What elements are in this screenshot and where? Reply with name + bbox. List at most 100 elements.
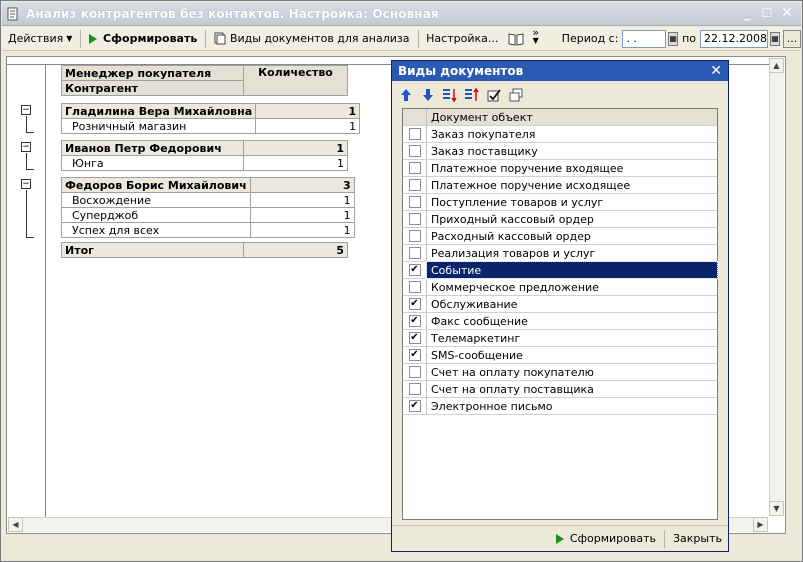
- counterparty-count: 1: [249, 222, 355, 238]
- list-item[interactable]: ✔ Электронное письмо: [403, 398, 717, 415]
- scroll-down-icon[interactable]: ▼: [769, 501, 784, 516]
- tree-line: [26, 190, 27, 237]
- list-item[interactable]: Расходный кассовый ордер: [403, 228, 717, 245]
- scroll-up-icon[interactable]: ▲: [769, 58, 784, 73]
- table-row[interactable]: Розничный магазин 1: [60, 118, 361, 134]
- list-item[interactable]: Счет на оплату поставщика: [403, 381, 717, 398]
- row-label: Электронное письмо: [431, 399, 553, 413]
- toolbar-separator: [205, 29, 206, 48]
- list-item[interactable]: Реализация товаров и услуг: [403, 245, 717, 262]
- move-down-button[interactable]: [418, 86, 438, 104]
- row-checkbox[interactable]: [408, 247, 421, 259]
- row-checkbox[interactable]: ✔: [408, 298, 421, 310]
- uncheck-all-button[interactable]: [506, 86, 526, 104]
- actions-menu-button[interactable]: Действия ▼: [2, 29, 78, 49]
- row-checkbox[interactable]: [408, 179, 421, 191]
- list-item[interactable]: Приходный кассовый ордер: [403, 211, 717, 228]
- dialog-toolbar: [396, 85, 528, 105]
- table-row[interactable]: Федоров Борис Михайлович 3: [61, 177, 355, 193]
- checkbox-cell: [403, 211, 427, 227]
- calendar-icon[interactable]: ▦: [770, 31, 780, 46]
- counterparty-name: Суперджоб: [61, 207, 251, 223]
- book-icon: [508, 32, 524, 46]
- close-icon[interactable]: ✕: [779, 6, 795, 22]
- check-all-button[interactable]: [484, 86, 504, 104]
- arrow-down-icon: [423, 89, 433, 101]
- period-to-field[interactable]: 22.12.2008: [700, 29, 769, 48]
- counterparty-count: 1: [249, 207, 355, 223]
- book-button[interactable]: [504, 29, 528, 49]
- list-item[interactable]: ✔ Событие: [403, 261, 718, 279]
- play-icon: [555, 533, 564, 544]
- row-checkbox[interactable]: [408, 366, 421, 378]
- row-label: Расходный кассовый ордер: [431, 229, 591, 243]
- group-count: 1: [255, 103, 361, 119]
- row-label: Заказ поставщику: [431, 144, 538, 158]
- calendar-icon[interactable]: ▦: [668, 31, 679, 46]
- row-checkbox[interactable]: [408, 230, 421, 242]
- generate-button[interactable]: Сформировать: [83, 29, 203, 49]
- list-item[interactable]: Счет на оплату покупателю: [403, 364, 717, 381]
- row-checkbox[interactable]: [408, 145, 421, 157]
- list-item[interactable]: Платежное поручение входящее: [403, 160, 717, 177]
- sort-desc-button[interactable]: [462, 86, 482, 104]
- list-item[interactable]: Заказ покупателя: [403, 126, 717, 143]
- row-checkbox[interactable]: [408, 281, 421, 293]
- row-checkbox[interactable]: [408, 213, 421, 225]
- dialog-generate-button[interactable]: Сформировать: [550, 529, 662, 549]
- row-checkbox[interactable]: ✔: [408, 400, 421, 412]
- group-table: Иванов Петр Федорович 1 Юнга 1: [61, 140, 348, 171]
- list-item[interactable]: Поступление товаров и услуг: [403, 194, 717, 211]
- row-checkbox[interactable]: [408, 128, 421, 140]
- vertical-scrollbar[interactable]: ▲ ▼: [769, 58, 784, 516]
- minimize-icon[interactable]: _: [739, 6, 755, 22]
- row-label: Приходный кассовый ордер: [431, 212, 594, 226]
- row-checkbox[interactable]: [408, 196, 421, 208]
- list-item[interactable]: ✔ Факс сообщение: [403, 313, 717, 330]
- row-checkbox[interactable]: [408, 162, 421, 174]
- more-button[interactable]: » ▼: [528, 27, 543, 49]
- group-manager: Федоров Борис Михайлович: [61, 177, 251, 193]
- collapse-icon[interactable]: −: [21, 105, 31, 115]
- settings-button[interactable]: Настройка...: [420, 29, 504, 49]
- list-item[interactable]: ✔ Обслуживание: [403, 296, 717, 313]
- ellipsis-label: ...: [786, 32, 798, 45]
- move-up-button[interactable]: [396, 86, 416, 104]
- table-row[interactable]: Успех для всех 1: [61, 222, 355, 238]
- collapse-icon[interactable]: −: [21, 142, 31, 152]
- period-from-field[interactable]: . .: [622, 29, 667, 48]
- list-item[interactable]: ✔ SMS-сообщение: [403, 347, 717, 364]
- scroll-right-icon[interactable]: ▶: [753, 517, 768, 532]
- period-select-button[interactable]: ...: [782, 29, 801, 48]
- collapse-icon[interactable]: −: [21, 179, 31, 189]
- list-item[interactable]: Платежное поручение исходящее: [403, 177, 717, 194]
- total-row[interactable]: Итог 5: [61, 242, 348, 258]
- row-checkbox[interactable]: ✔: [408, 315, 421, 327]
- period-to-label: по: [682, 32, 697, 45]
- close-icon[interactable]: ✕: [710, 63, 722, 79]
- list-item[interactable]: Заказ поставщику: [403, 143, 717, 160]
- row-label: Обслуживание: [431, 297, 518, 311]
- doc-types-button[interactable]: Виды документов для анализа: [208, 29, 416, 49]
- checkmark-icon: ✔: [410, 349, 419, 360]
- maximize-icon[interactable]: ☐: [759, 6, 775, 22]
- row-checkbox[interactable]: ✔: [408, 264, 421, 276]
- row-checkbox[interactable]: [408, 383, 421, 395]
- table-row[interactable]: Юнга 1: [61, 155, 348, 171]
- list-item[interactable]: ✔ Телемаркетинг: [403, 330, 717, 347]
- checkmark-icon: ✔: [410, 298, 419, 309]
- list-item[interactable]: Коммерческое предложение: [403, 279, 717, 296]
- period-from-value: . .: [626, 32, 637, 45]
- sort-asc-button[interactable]: [440, 86, 460, 104]
- row-label: Событие: [426, 261, 718, 279]
- table-row[interactable]: Иванов Петр Федорович 1: [61, 140, 348, 156]
- table-row[interactable]: Суперджоб 1: [61, 207, 355, 223]
- scroll-left-icon[interactable]: ◀: [8, 517, 23, 532]
- row-label: SMS-сообщение: [431, 348, 523, 362]
- checkmark-icon: ✔: [410, 264, 419, 275]
- dialog-close-button[interactable]: Закрыть: [667, 529, 728, 549]
- table-row[interactable]: Гладилина Вера Михайловна 1: [60, 103, 361, 119]
- row-checkbox[interactable]: ✔: [408, 332, 421, 344]
- table-row[interactable]: Восхождение 1: [61, 192, 355, 208]
- row-checkbox[interactable]: ✔: [408, 349, 421, 361]
